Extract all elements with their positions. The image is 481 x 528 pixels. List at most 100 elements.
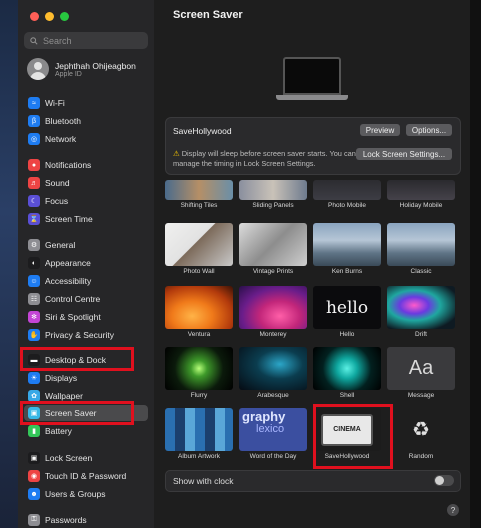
highlight-savehollywood bbox=[313, 404, 393, 469]
sidebar-item-label: Wallpaper bbox=[45, 391, 83, 401]
saver-tile-word-of-the-day[interactable]: graphy lexico Word of the Day bbox=[239, 408, 307, 460]
appearance-icon: ◐ bbox=[28, 257, 40, 269]
sidebar-item-touch-id-password[interactable]: ◉ Touch ID & Password bbox=[24, 468, 148, 484]
saver-thumb bbox=[239, 347, 307, 390]
show-with-clock-row: Show with clock bbox=[165, 470, 461, 492]
saver-label: Shifting Tiles bbox=[180, 202, 218, 209]
sidebar-item-label: Focus bbox=[45, 196, 69, 206]
saver-tile-random[interactable]: ♻ Random bbox=[387, 408, 455, 460]
screen-saver-preview bbox=[154, 26, 470, 114]
saver-thumb bbox=[165, 347, 233, 390]
hourglass-icon: ⌛ bbox=[28, 213, 40, 225]
saver-label: Photo Wall bbox=[183, 268, 215, 275]
saver-tile-sliding-panels[interactable]: Sliding Panels bbox=[239, 180, 307, 209]
search-field[interactable]: Search bbox=[24, 32, 148, 49]
saver-tile-flurry[interactable]: Flurry bbox=[165, 347, 233, 399]
sidebar-item-label: Bluetooth bbox=[45, 116, 81, 126]
saver-tile-drift[interactable]: Drift bbox=[387, 286, 455, 338]
sidebar-item-battery[interactable]: ▮ Battery bbox=[24, 423, 148, 439]
saver-label: Drift bbox=[415, 331, 427, 338]
avatar bbox=[27, 58, 49, 80]
saver-tile-ken-burns[interactable]: Ken Burns bbox=[313, 223, 381, 275]
moon-icon: ☾ bbox=[28, 195, 40, 207]
sidebar-item-general[interactable]: ⚙ General bbox=[24, 237, 148, 253]
saver-tile-monterey[interactable]: Monterey bbox=[239, 286, 307, 338]
sidebar-item-appearance[interactable]: ◐ Appearance bbox=[24, 255, 148, 271]
sidebar-item-label: Siri & Spotlight bbox=[45, 312, 101, 322]
show-with-clock-toggle[interactable] bbox=[434, 475, 454, 486]
laptop-preview-screen bbox=[283, 57, 341, 95]
sidebar-item-users-groups[interactable]: ☻ Users & Groups bbox=[24, 486, 148, 502]
sleep-warning-text: Display will sleep before screen saver s… bbox=[173, 149, 356, 168]
saver-tile-holiday-mobile[interactable]: Holiday Mobile bbox=[387, 180, 455, 209]
sidebar-item-label: Privacy & Security bbox=[45, 330, 114, 340]
saver-thumb: ♻ bbox=[387, 408, 455, 451]
saver-tile-arabesque[interactable]: Arabesque bbox=[239, 347, 307, 399]
word-thumb-text-2: lexico bbox=[256, 423, 285, 435]
current-screen-saver-name: SaveHollywood bbox=[173, 126, 232, 136]
saver-tile-photo-wall[interactable]: Photo Wall bbox=[165, 223, 233, 275]
minimize-button[interactable] bbox=[45, 12, 54, 21]
zoom-button[interactable] bbox=[60, 12, 69, 21]
sidebar-item-passwords[interactable]: ⚿ Passwords bbox=[24, 512, 148, 528]
saver-thumb bbox=[165, 223, 233, 266]
saver-label: Vintage Prints bbox=[252, 268, 294, 275]
saver-thumb bbox=[239, 180, 307, 200]
saver-label: Shell bbox=[339, 392, 355, 399]
sidebar-item-label: Screen Time bbox=[45, 214, 93, 224]
system-settings-window: Search Jephthah Ohijeagbon Apple ID ≈ Wi-… bbox=[18, 0, 470, 528]
sidebar-item-label: Displays bbox=[45, 373, 78, 383]
saver-tile-photo-mobile[interactable]: Photo Mobile bbox=[313, 180, 381, 209]
sidebar-item-label: General bbox=[45, 240, 76, 250]
saver-label: Hello bbox=[339, 331, 355, 338]
saver-label: Holiday Mobile bbox=[399, 202, 443, 209]
help-button[interactable]: ? bbox=[447, 504, 459, 516]
lock-screen-settings-button[interactable]: Lock Screen Settings... bbox=[356, 148, 452, 160]
saver-tile-shell[interactable]: Shell bbox=[313, 347, 381, 399]
sidebar-item-privacy-security[interactable]: ✋ Privacy & Security bbox=[24, 327, 148, 343]
window-controls bbox=[30, 12, 69, 21]
close-button[interactable] bbox=[30, 12, 39, 21]
saver-tile-hello[interactable]: hello Hello bbox=[313, 286, 381, 338]
saver-thumb bbox=[165, 180, 233, 200]
saver-tile-vintage-prints[interactable]: Vintage Prints bbox=[239, 223, 307, 275]
sidebar-item-displays[interactable]: ☀ Displays bbox=[24, 370, 148, 386]
sidebar-item-label: Appearance bbox=[45, 258, 91, 268]
word-thumb-text: graphy bbox=[242, 409, 286, 424]
sidebar-item-lock-screen[interactable]: ▣ Lock Screen bbox=[24, 450, 148, 466]
sidebar-item-sound[interactable]: ♬ Sound bbox=[24, 175, 148, 191]
saver-tile-album-artwork[interactable]: Album Artwork bbox=[165, 408, 233, 460]
sidebar-item-network[interactable]: ◎ Network bbox=[24, 131, 148, 147]
sidebar-item-bluetooth[interactable]: β Bluetooth bbox=[24, 113, 148, 129]
saver-label: Word of the Day bbox=[249, 453, 297, 460]
sidebar-item-accessibility[interactable]: ☺ Accessibility bbox=[24, 273, 148, 289]
saver-tile-message[interactable]: Aa Message bbox=[387, 347, 455, 399]
lock-icon: ▣ bbox=[28, 452, 40, 464]
sidebar-item-label: Accessibility bbox=[45, 276, 92, 286]
saver-label: Monterey bbox=[259, 331, 287, 338]
saver-tile-classic[interactable]: Classic bbox=[387, 223, 455, 275]
saver-thumb: hello bbox=[313, 286, 381, 329]
saver-thumb bbox=[387, 223, 455, 266]
highlight-screen-saver bbox=[20, 401, 134, 425]
saver-tile-shifting-tiles[interactable]: Shifting Tiles bbox=[165, 180, 233, 209]
sidebar-item-control-centre[interactable]: ☷ Control Centre bbox=[24, 291, 148, 307]
sidebar-item-label: Wi-Fi bbox=[45, 98, 65, 108]
sidebar-item-siri-spotlight[interactable]: ✻ Siri & Spotlight bbox=[24, 309, 148, 325]
current-screen-saver-card: SaveHollywood Preview Options... ⚠ Displ… bbox=[165, 117, 461, 175]
apple-id-account[interactable]: Jephthah Ohijeagbon Apple ID bbox=[27, 58, 136, 80]
sidebar-item-focus[interactable]: ☾ Focus bbox=[24, 193, 148, 209]
saver-thumb bbox=[387, 286, 455, 329]
sidebar-item-notifications[interactable]: ● Notifications bbox=[24, 157, 148, 173]
preview-button[interactable]: Preview bbox=[360, 124, 400, 136]
highlight-desktop-dock bbox=[20, 347, 134, 371]
warning-icon: ⚠ bbox=[173, 149, 180, 158]
account-name: Jephthah Ohijeagbon bbox=[55, 60, 136, 71]
saver-label: Random bbox=[408, 453, 434, 460]
sidebar-item-wifi[interactable]: ≈ Wi-Fi bbox=[24, 95, 148, 111]
saver-tile-ventura[interactable]: Ventura bbox=[165, 286, 233, 338]
sidebar-item-label: Users & Groups bbox=[45, 489, 106, 499]
sidebar-item-screen-time[interactable]: ⌛ Screen Time bbox=[24, 211, 148, 227]
saver-label: Arabesque bbox=[257, 392, 289, 399]
options-button[interactable]: Options... bbox=[406, 124, 452, 136]
